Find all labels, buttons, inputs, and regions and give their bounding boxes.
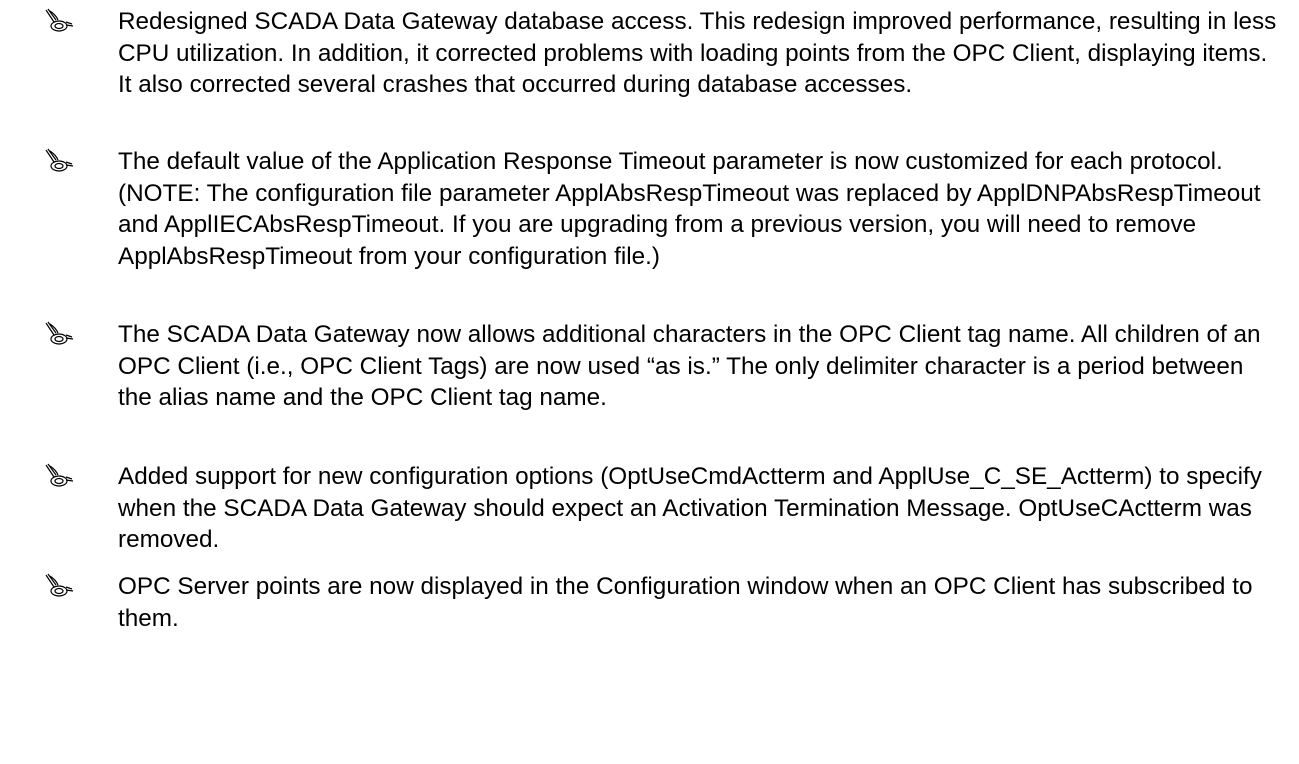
note-icon — [44, 8, 74, 34]
note-icon — [44, 321, 74, 347]
note-icon — [44, 463, 74, 489]
release-notes-page: Redesigned SCADA Data Gateway database a… — [0, 0, 1299, 764]
bullet-text: Added support for new configuration opti… — [118, 463, 1262, 553]
note-icon — [44, 573, 74, 599]
bullet-text: Redesigned SCADA Data Gateway database a… — [118, 8, 1277, 98]
bullet-text: The SCADA Data Gateway now allows additi… — [118, 321, 1261, 411]
note-icon — [44, 148, 74, 174]
bullet-text: The default value of the Application Res… — [118, 148, 1261, 270]
bullet-text: OPC Server points are now displayed in t… — [118, 573, 1253, 632]
